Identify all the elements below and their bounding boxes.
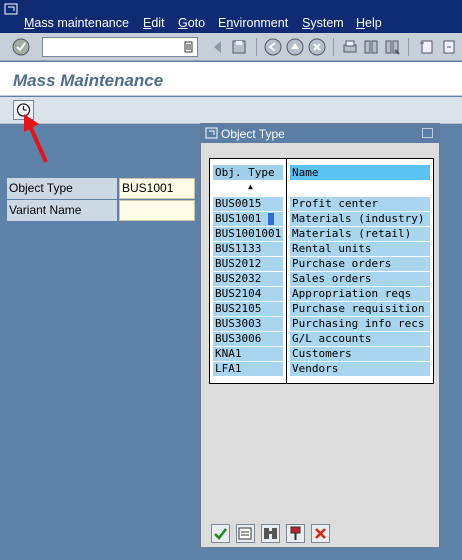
table-row[interactable]: BUS2032 Sales orders	[210, 272, 433, 286]
obj-type-cell: BUS3003	[213, 317, 283, 331]
toolbar-separator	[408, 38, 409, 56]
object-type-table: Obj. Type Name ▲ BUS0015 Profit center B…	[209, 158, 434, 384]
back-icon[interactable]	[209, 38, 227, 56]
obj-type-cell: BUS2105	[213, 302, 283, 316]
table-row[interactable]: BUS2105 Purchase requisition	[210, 302, 433, 316]
dialog-title: Object Type	[221, 127, 285, 141]
application-toolbar	[0, 97, 462, 124]
sort-ascending-icon: ▲	[248, 182, 253, 191]
name-cell: Profit center	[290, 197, 430, 211]
variant-name-row: Variant Name	[7, 200, 195, 221]
obj-type-cell: LFA1	[213, 362, 283, 376]
menu-bar: Mass maintenance Edit Goto Environment S…	[0, 0, 462, 33]
search-button[interactable]	[261, 524, 280, 543]
menu-goto[interactable]: Goto	[178, 16, 205, 30]
confirm-icon	[214, 528, 227, 540]
object-type-dialog: Object Type Obj. Type Name ▲ BUS0015 Pro…	[200, 123, 440, 548]
obj-type-cell: KNA1	[213, 347, 283, 361]
annotation-arrow-icon	[24, 114, 48, 163]
dialog-title-bar[interactable]: Object Type	[201, 124, 439, 143]
table-row[interactable]: BUS2012 Purchase orders	[210, 257, 433, 271]
table-row[interactable]: BUS3006 G/L accounts	[210, 332, 433, 346]
first-page-icon[interactable]	[418, 38, 436, 56]
table-row[interactable]: BUS1001001 Materials (retail)	[210, 227, 433, 241]
table-header: Obj. Type Name	[210, 165, 433, 180]
cancel-button[interactable]	[311, 524, 330, 543]
column-header-obj-type[interactable]: Obj. Type	[213, 165, 283, 180]
close-icon[interactable]	[422, 128, 433, 138]
variant-name-label: Variant Name	[7, 200, 117, 221]
name-cell: Vendors	[290, 362, 430, 376]
back-green-icon[interactable]	[264, 38, 282, 56]
sort-icon	[290, 526, 301, 540]
name-cell: G/L accounts	[290, 332, 430, 346]
standard-toolbar	[0, 33, 462, 61]
system-menu-icon[interactable]	[4, 3, 18, 15]
obj-type-cell: BUS2104	[213, 287, 283, 301]
cancel-icon[interactable]	[308, 38, 326, 56]
choose-button[interactable]	[236, 524, 255, 543]
name-cell: Materials (industry)	[290, 212, 430, 226]
menu-environment[interactable]: Environment	[218, 16, 288, 30]
table-row[interactable]: BUS0015 Profit center	[210, 197, 433, 211]
sort-button[interactable]	[286, 524, 305, 543]
selection-cursor	[268, 213, 274, 225]
menu-mass-maintenance[interactable]: Mass maintenance	[24, 16, 129, 30]
object-type-row: Object Type BUS1001	[7, 178, 195, 199]
save-icon[interactable]	[230, 38, 248, 56]
command-field[interactable]	[42, 37, 198, 57]
name-cell: Rental units	[290, 242, 430, 256]
column-header-name[interactable]: Name	[290, 165, 430, 180]
obj-type-cell: BUS1133	[213, 242, 283, 256]
choose-icon	[238, 527, 252, 540]
find-icon[interactable]	[362, 38, 380, 56]
table-row[interactable]: BUS1133 Rental units	[210, 242, 433, 256]
confirm-button[interactable]	[211, 524, 230, 543]
table-row[interactable]: KNA1 Customers	[210, 347, 433, 361]
menu-help[interactable]: Help	[356, 16, 382, 30]
dialog-footer	[211, 524, 341, 544]
obj-type-cell: BUS1001001	[213, 227, 283, 241]
previous-page-icon[interactable]	[440, 38, 458, 56]
page-title: Mass Maintenance	[13, 71, 164, 90]
cancel-icon	[315, 528, 326, 539]
name-cell: Appropriation reqs	[290, 287, 430, 301]
menu-system[interactable]: System	[302, 16, 344, 30]
table-row[interactable]: BUS1001 Materials (industry)	[210, 212, 433, 226]
name-cell: Sales orders	[290, 272, 430, 286]
obj-type-cell: BUS3006	[213, 332, 283, 346]
find-next-icon[interactable]	[383, 38, 401, 56]
object-type-label: Object Type	[7, 178, 117, 199]
selection-form: Object Type BUS1001 Variant Name	[7, 178, 195, 222]
title-bar: Mass Maintenance	[0, 62, 462, 96]
table-row[interactable]: BUS2104 Appropriation reqs	[210, 287, 433, 301]
toolbar-separator	[256, 38, 257, 56]
table-row[interactable]: LFA1 Vendors	[210, 362, 433, 376]
search-icon	[264, 528, 277, 539]
obj-type-cell: BUS2012	[213, 257, 283, 271]
name-cell: Purchasing info recs	[290, 317, 430, 331]
table-row[interactable]: BUS3003 Purchasing info recs	[210, 317, 433, 331]
enter-icon[interactable]	[12, 38, 30, 56]
print-icon[interactable]	[341, 38, 359, 56]
object-type-input[interactable]: BUS1001	[119, 178, 195, 199]
name-cell: Customers	[290, 347, 430, 361]
dialog-system-icon[interactable]	[205, 127, 218, 139]
menu-edit[interactable]: Edit	[143, 16, 165, 30]
obj-type-cell: BUS2032	[213, 272, 283, 286]
name-cell: Purchase requisition	[290, 302, 430, 316]
name-cell: Purchase orders	[290, 257, 430, 271]
variant-name-input[interactable]	[119, 200, 195, 221]
name-cell: Materials (retail)	[290, 227, 430, 241]
command-history-icon[interactable]	[184, 41, 193, 53]
obj-type-cell: BUS0015	[213, 197, 283, 211]
toolbar-separator	[333, 38, 334, 56]
exit-icon[interactable]	[286, 38, 304, 56]
